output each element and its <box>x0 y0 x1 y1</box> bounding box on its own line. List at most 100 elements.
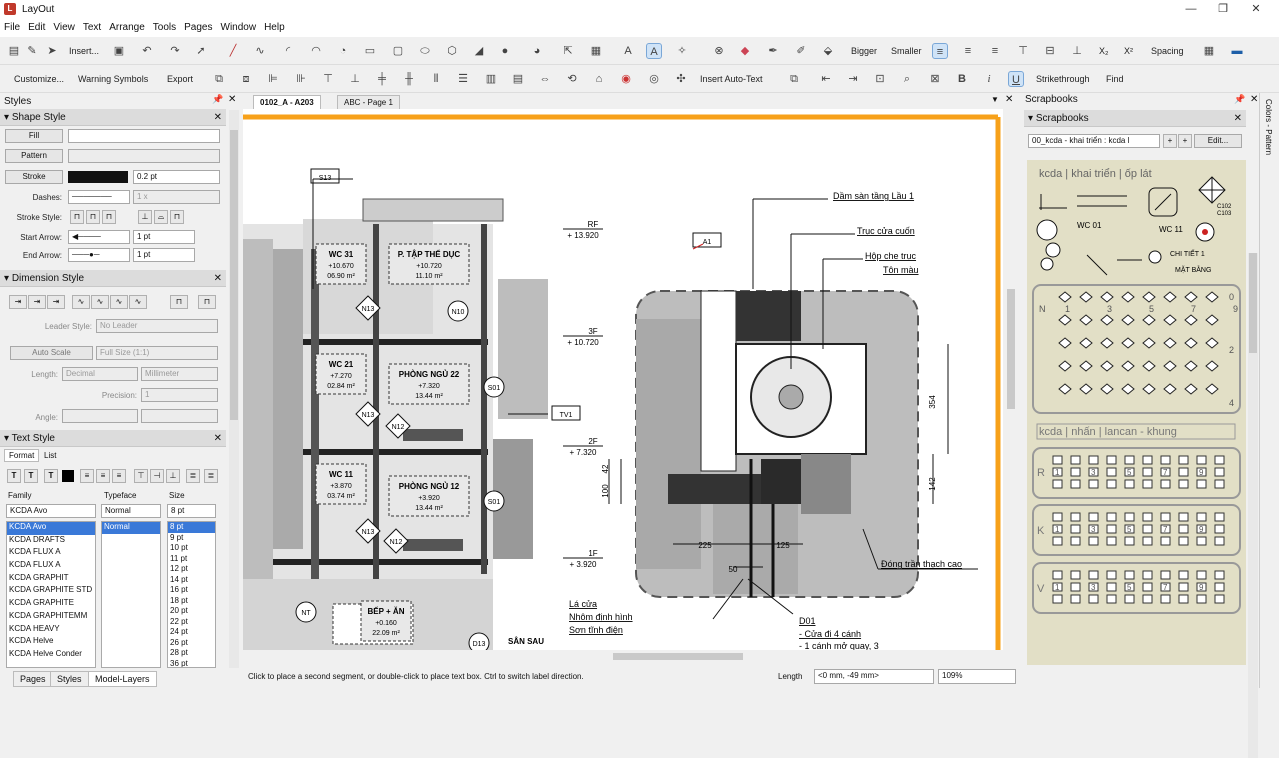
tabs-dropdown-icon[interactable]: ▼ <box>991 95 999 104</box>
text-anchor-bottom-icon[interactable]: ⊥ <box>166 469 180 483</box>
dimension-style-header[interactable]: ▾ Dimension Style ✕ <box>0 270 226 287</box>
doc-tab-2[interactable]: ABC - Page 1 <box>337 95 400 109</box>
menu-file[interactable]: File <box>0 19 24 33</box>
angle-format-select[interactable] <box>62 409 138 423</box>
size-list-item[interactable]: 36 pt <box>168 659 215 668</box>
close-text-style-icon[interactable]: ✕ <box>214 430 222 447</box>
text-anchor-top-icon[interactable]: ⊤ <box>134 469 148 483</box>
dim-text-align-1-icon[interactable]: ⇥ <box>9 295 27 309</box>
size-list-item[interactable]: 24 pt <box>168 627 215 638</box>
maximize-icon[interactable]: ❐ <box>1214 2 1232 16</box>
text-style-2-icon[interactable]: T <box>24 469 38 483</box>
size-list-item[interactable]: 22 pt <box>168 617 215 628</box>
stroke-width-select[interactable]: 0.2 pt <box>133 170 220 184</box>
family-list-item[interactable]: KCDA FLUX A <box>7 560 95 573</box>
close-dimension-style-icon[interactable]: ✕ <box>214 270 222 287</box>
label-tool-icon[interactable]: A <box>646 43 662 59</box>
align-top-edge-icon[interactable]: ⊤ <box>320 71 336 87</box>
size-list-item[interactable]: 28 pt <box>168 648 215 659</box>
drawing-canvas[interactable]: WC 31 +10.670 06.90 m² P. TẬP THỂ DỤC +10.72… <box>243 109 1003 650</box>
circle-tool-icon[interactable]: ● <box>497 43 513 59</box>
typeface-list-item[interactable]: Normal <box>102 522 160 534</box>
render-icon[interactable]: ◉ <box>618 71 634 87</box>
menu-help[interactable]: Help <box>260 19 289 33</box>
close-scrap-sub-icon[interactable]: ✕ <box>1234 110 1242 127</box>
open-folder-icon[interactable]: ➤ <box>44 43 60 59</box>
text-valign-1-icon[interactable]: ≣ <box>186 469 200 483</box>
space-horizontal-icon[interactable]: ⫴ <box>428 71 444 87</box>
model-icon[interactable]: ⌂ <box>591 71 607 87</box>
family-list-item[interactable]: KCDA GRAPHIT <box>7 573 95 586</box>
pages-icon[interactable]: ⧉ <box>786 71 802 87</box>
length-unit-select[interactable]: Millimeter <box>141 367 218 381</box>
shape-style-header[interactable]: ▾ Shape Style ✕ <box>0 109 226 126</box>
align-bottom-edge-icon[interactable]: ⊥ <box>347 71 363 87</box>
arc-tool-icon[interactable]: ◜ <box>280 43 296 59</box>
cap-square-icon[interactable]: ⊓ <box>102 210 116 224</box>
menu-edit[interactable]: Edit <box>24 19 49 33</box>
align-left-icon[interactable]: ≡ <box>932 43 948 59</box>
bottom-tab-styles[interactable]: Styles <box>50 671 89 687</box>
scrapbooks-sub-header[interactable]: ▾ Scrapbooks ✕ <box>1024 110 1246 127</box>
scrap-scrollbar[interactable] <box>1248 253 1258 758</box>
auto-scale-button[interactable]: Auto Scale <box>10 346 93 360</box>
size-list-item[interactable]: 20 pt <box>168 606 215 617</box>
group-icon[interactable]: ⧉ <box>211 71 227 87</box>
close-scrapbooks-icon[interactable]: ✕ <box>1250 94 1258 105</box>
grid-icon[interactable]: ▦ <box>1201 43 1217 59</box>
dimension-tool-icon[interactable]: ⇱ <box>560 43 576 59</box>
circle-arc-icon[interactable]: ◠ <box>308 43 324 59</box>
align-hcenter-icon[interactable]: ╫ <box>401 71 417 87</box>
send-backward-icon[interactable]: ▤ <box>510 71 526 87</box>
menu-window[interactable]: Window <box>217 19 261 33</box>
polygon-tool-icon[interactable]: ⬡ <box>444 43 460 59</box>
zoom-extents-icon[interactable]: ⊠ <box>927 71 943 87</box>
stroke-color-swatch[interactable] <box>68 171 128 183</box>
subscript-button[interactable]: X₂ <box>1099 42 1109 60</box>
size-list-item[interactable]: 14 pt <box>168 575 215 586</box>
close-styles-icon[interactable]: ✕ <box>228 94 236 105</box>
text-color-swatch[interactable] <box>62 470 74 482</box>
smaller-button[interactable]: Smaller <box>891 42 922 60</box>
canvas-vscroll[interactable] <box>1004 109 1018 650</box>
dim-text-pos-1-icon[interactable]: ∿ <box>72 295 90 309</box>
new-document-icon[interactable]: ▤ <box>6 43 22 59</box>
line-tool-icon[interactable]: ╱ <box>225 43 241 59</box>
text-align-left-icon[interactable]: ≡ <box>80 469 94 483</box>
align-right-edge-icon[interactable]: ⊪ <box>293 71 309 87</box>
table-tool-icon[interactable]: ▦ <box>588 43 604 59</box>
family-list-item[interactable]: KCDA HEAVY <box>7 624 95 637</box>
dashes-scale-select[interactable]: 1 x <box>133 190 220 204</box>
menu-arrange[interactable]: Arrange <box>105 19 149 33</box>
rounded-rect-icon[interactable]: ▢ <box>390 43 406 59</box>
family-list-item[interactable]: KCDA DRAFTS <box>7 535 95 548</box>
cap-flat-icon[interactable]: ⊓ <box>70 210 84 224</box>
scrap-pin-icon[interactable]: 📌 <box>1234 94 1245 105</box>
scrapbook-select[interactable]: 00_kcda - khai triển : kcda l <box>1028 134 1160 148</box>
wand-tool-icon[interactable]: ✧ <box>674 43 690 59</box>
ellipse-tool-icon[interactable]: ⬭ <box>417 43 433 59</box>
align-center-icon[interactable]: ≡ <box>960 43 976 59</box>
size-list-item[interactable]: 10 pt <box>168 543 215 554</box>
zoom-fit-icon[interactable]: ⊡ <box>872 71 888 87</box>
family-list-item[interactable]: KCDA GRAPHITE STD <box>7 585 95 598</box>
end-arrow-size-select[interactable]: 1 pt <box>133 248 195 262</box>
undo-icon[interactable]: ↶ <box>139 43 155 59</box>
zoom-select[interactable]: 109% <box>938 669 1016 684</box>
size-list-item[interactable]: 11 pt <box>168 554 215 565</box>
save-icon[interactable]: ▣ <box>111 43 127 59</box>
dashes-select[interactable]: ─────── <box>68 190 130 204</box>
pie-tool-icon[interactable]: ◔ <box>335 43 351 59</box>
menu-tools[interactable]: Tools <box>149 19 180 33</box>
text-style-1-icon[interactable]: T <box>7 469 21 483</box>
style-brush-icon[interactable]: ⬙ <box>820 43 836 59</box>
family-list-item[interactable]: KCDA GRAPHITEMM <box>7 611 95 624</box>
scrapbook-page[interactable]: kcda | khai triển | ốp lát C102 C103 WC … <box>1027 160 1246 665</box>
find-dropdown[interactable]: Find <box>1106 70 1124 88</box>
bottom-tab-pages[interactable]: Pages <box>13 671 53 687</box>
family-input[interactable]: KCDA Avo <box>6 504 96 518</box>
menu-pages[interactable]: Pages <box>180 19 216 33</box>
update-reference-icon[interactable]: ◎ <box>646 71 662 87</box>
tab-list[interactable]: List <box>40 450 60 461</box>
zoom-prev-icon[interactable]: ⇤ <box>818 71 834 87</box>
